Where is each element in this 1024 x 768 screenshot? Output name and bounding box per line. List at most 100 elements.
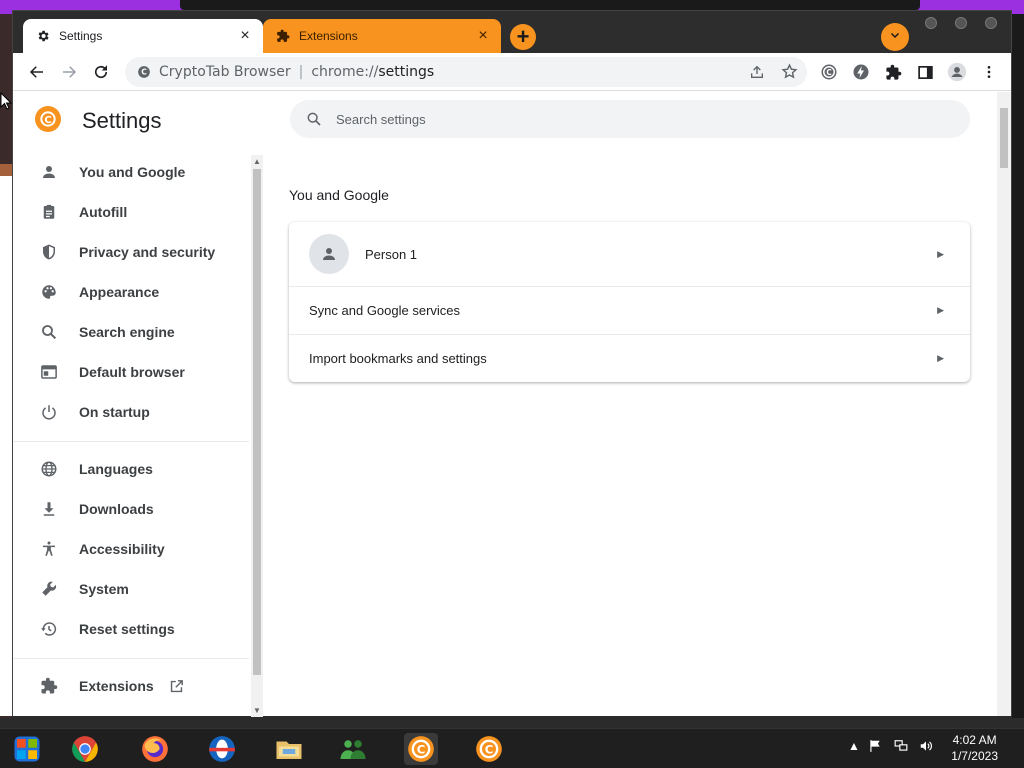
sidebar-item-label: Autofill [79, 204, 128, 220]
palette-icon [37, 280, 61, 304]
import-bookmarks-row[interactable]: Import bookmarks and settings ▶ [289, 334, 970, 382]
taskbar-chrome[interactable] [68, 733, 102, 765]
profile-name: Person 1 [365, 246, 418, 262]
cryptotab-icon: C [408, 736, 434, 762]
sidebar-item-you-and-google[interactable]: You and Google [13, 152, 251, 192]
desktop-background-left [0, 14, 12, 718]
url-separator: | [298, 64, 304, 80]
new-tab-button[interactable]: + [510, 24, 536, 50]
site-info-icon[interactable]: C [137, 65, 151, 79]
scrollbar-thumb[interactable] [1000, 108, 1008, 168]
maximize-button[interactable] [955, 17, 967, 29]
avatar [309, 234, 349, 274]
scrollbar-thumb[interactable] [253, 169, 261, 675]
sidebar-item-appearance[interactable]: Appearance [13, 272, 251, 312]
menu-button[interactable] [975, 58, 1003, 86]
sidebar-item-languages[interactable]: Languages [13, 449, 251, 489]
sidebar-item-search-engine[interactable]: Search engine [13, 312, 251, 352]
search-icon [37, 320, 61, 344]
sidebar-item-on-startup[interactable]: On startup [13, 392, 251, 432]
sidebar-item-downloads[interactable]: Downloads [13, 489, 251, 529]
speed-extension-button[interactable] [847, 58, 875, 86]
start-button[interactable] [10, 733, 44, 765]
svg-text:C: C [417, 743, 426, 757]
back-button[interactable] [23, 58, 51, 86]
scroll-up-arrow[interactable]: ▲ [253, 157, 261, 166]
sidebar-item-privacy[interactable]: Privacy and security [13, 232, 251, 272]
section-title: You and Google [289, 187, 389, 203]
taskbar-clock[interactable]: 4:02 AM 1/7/2023 [951, 732, 998, 764]
page-scrollbar[interactable] [997, 92, 1011, 716]
sidebar-item-default-browser[interactable]: Default browser [13, 352, 251, 392]
reload-button[interactable] [87, 58, 115, 86]
scroll-down-arrow[interactable]: ▼ [253, 706, 261, 715]
globe-icon [37, 457, 61, 481]
shield-icon [37, 240, 61, 264]
sync-services-row[interactable]: Sync and Google services ▶ [289, 286, 970, 334]
close-window-button[interactable] [985, 17, 997, 29]
clipboard-icon [37, 200, 61, 224]
puzzle-icon [885, 64, 901, 80]
side-panel-button[interactable] [911, 58, 939, 86]
close-icon[interactable]: × [235, 26, 255, 46]
lightning-icon [853, 64, 869, 80]
taskbar-file-explorer[interactable] [272, 733, 306, 765]
arrow-right-icon [63, 66, 77, 78]
browser-window: Settings × Extensions × + C CryptoTab Br… [12, 10, 1012, 717]
forward-button[interactable] [55, 58, 83, 86]
sidebar-divider [13, 441, 249, 442]
address-bar[interactable]: C CryptoTab Browser | chrome://settings [125, 57, 807, 87]
taskbar-cryptotab-2[interactable]: C [472, 733, 506, 765]
sidebar-item-extensions[interactable]: Extensions [13, 666, 251, 706]
wrench-icon [37, 577, 61, 601]
tab-settings[interactable]: Settings × [23, 19, 263, 53]
sidebar-item-reset-settings[interactable]: Reset settings [13, 609, 251, 649]
arrow-left-icon [29, 66, 43, 78]
settings-page: C Settings You and Google Autofill Priva… [13, 92, 1011, 717]
svg-text:C: C [141, 68, 147, 77]
sidebar-item-label: System [79, 581, 129, 597]
opera-icon [209, 736, 235, 762]
bookmark-star-icon[interactable] [781, 63, 798, 84]
network-icon[interactable] [893, 739, 909, 756]
flag-icon[interactable] [868, 739, 882, 756]
taskbar-firefox[interactable] [138, 733, 172, 765]
minimize-button[interactable] [925, 17, 937, 29]
volume-icon[interactable] [918, 739, 934, 756]
sidebar-scrollbar[interactable]: ▲ ▼ [251, 155, 263, 717]
person-icon [37, 160, 61, 184]
sidebar-item-label: Search engine [79, 324, 175, 340]
share-icon[interactable] [749, 64, 765, 84]
taskbar-cryptotab-1[interactable]: C [404, 733, 438, 765]
reload-icon [94, 65, 108, 79]
taskbar-opera-app[interactable] [205, 733, 239, 765]
close-icon[interactable]: × [473, 26, 493, 46]
browser-icon [37, 360, 61, 384]
settings-search[interactable] [290, 100, 970, 138]
clock-time: 4:02 AM [952, 733, 997, 747]
search-input[interactable] [336, 111, 936, 127]
profile-row[interactable]: Person 1 ▶ [289, 222, 970, 286]
clock-date: 1/7/2023 [951, 749, 998, 763]
chevron-right-icon: ▶ [937, 248, 944, 259]
page-title: Settings [82, 108, 162, 133]
sidebar-item-system[interactable]: System [13, 569, 251, 609]
sidebar-item-accessibility[interactable]: Accessibility [13, 529, 251, 569]
svg-text:C: C [44, 115, 51, 126]
tab-extensions[interactable]: Extensions × [263, 19, 501, 53]
chevron-down-icon [889, 28, 901, 46]
profile-button[interactable] [943, 58, 971, 86]
sidebar-item-label: You and Google [79, 164, 186, 180]
history-icon [37, 617, 61, 641]
taskbar-network-app[interactable] [336, 733, 370, 765]
tab-search-button[interactable] [881, 23, 909, 51]
chrome-icon [72, 736, 98, 762]
cryptotab-extension-button[interactable]: C [815, 58, 843, 86]
extensions-button[interactable] [879, 58, 907, 86]
sidebar: You and Google Autofill Privacy and secu… [13, 146, 251, 716]
row-label: Import bookmarks and settings [309, 351, 487, 366]
sidebar-item-autofill[interactable]: Autofill [13, 192, 251, 232]
show-hidden-icons-icon[interactable]: ▲ [848, 739, 860, 753]
power-icon [37, 400, 61, 424]
you-and-google-card: Person 1 ▶ Sync and Google services ▶ Im… [289, 222, 970, 382]
